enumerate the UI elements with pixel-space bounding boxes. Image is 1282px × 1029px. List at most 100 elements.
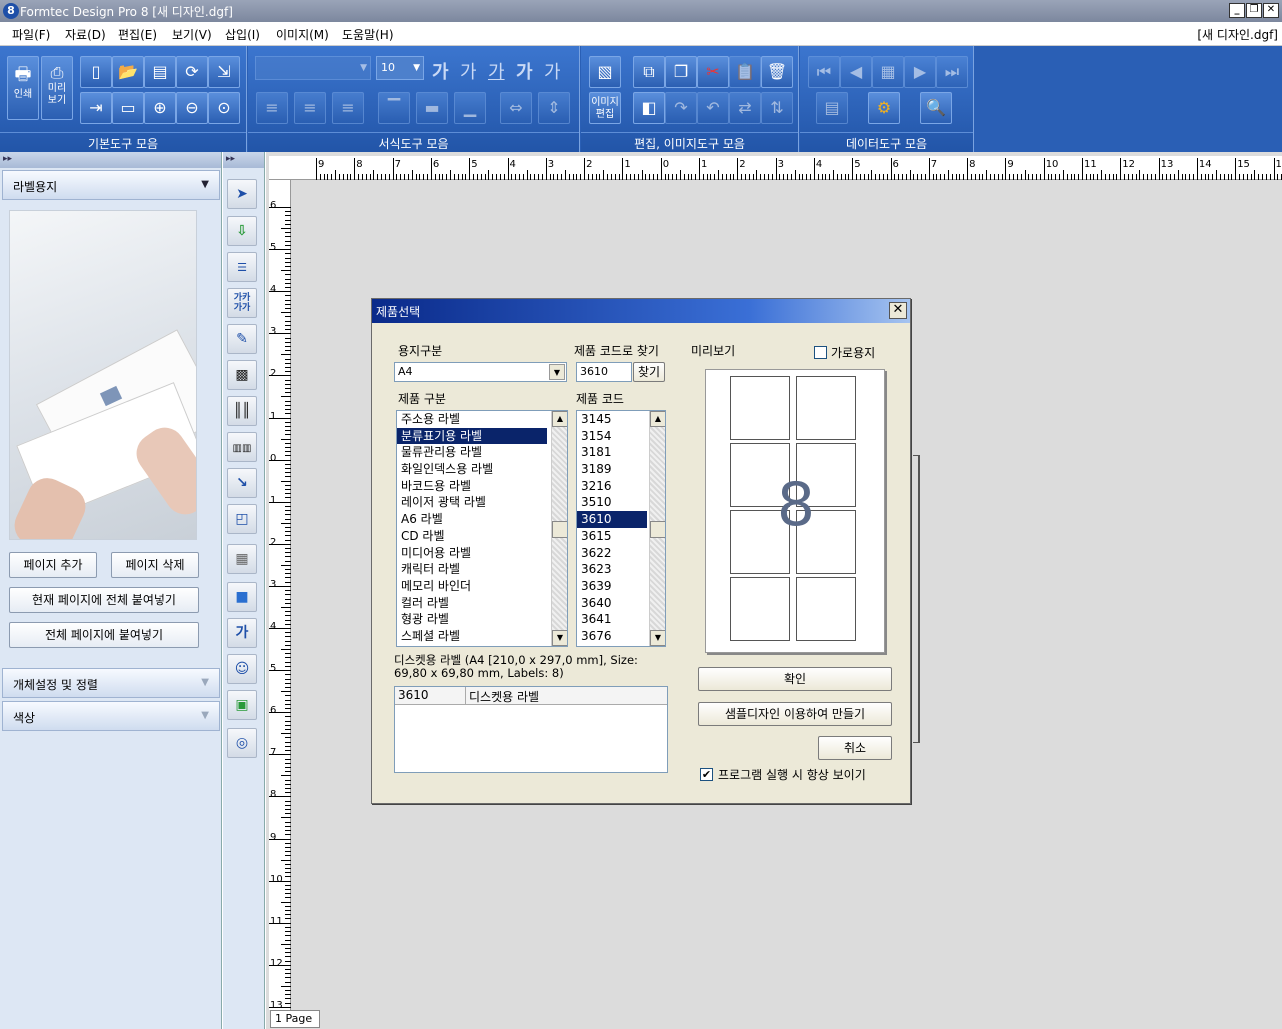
code-item[interactable]: 3676: [577, 628, 647, 645]
mp3-tool-button[interactable]: ◎: [227, 728, 257, 758]
barcode-tool-button[interactable]: ║║: [227, 396, 257, 426]
data-prev-button[interactable]: ◀: [840, 56, 872, 88]
category-item[interactable]: 형광 라벨: [397, 611, 547, 628]
category-item[interactable]: A6 라벨: [397, 511, 547, 528]
align-center-button[interactable]: ≡: [294, 92, 326, 124]
text-box-tool-button[interactable]: ☰: [227, 252, 257, 282]
always-show-checkbox[interactable]: ✔: [700, 768, 713, 781]
preview-button[interactable]: ⎙ 미리 보기: [41, 56, 73, 120]
code-item[interactable]: 3641: [577, 611, 647, 628]
menu-help[interactable]: 도움말(H): [342, 26, 394, 43]
paper-type-select[interactable]: A4 ▼: [394, 362, 567, 382]
code-item[interactable]: 3510: [577, 494, 647, 511]
gradient-tool-button[interactable]: ■: [227, 582, 257, 612]
copy-button[interactable]: ⧉: [633, 56, 665, 88]
category-item[interactable]: 주소용 라벨: [397, 411, 547, 428]
font-size-combo[interactable]: 10 ▼: [376, 56, 424, 80]
barcode-2d-tool-button[interactable]: ▥▥: [227, 432, 257, 462]
select-tool-button[interactable]: ➤: [227, 179, 257, 209]
line-spacing-button[interactable]: ⇕: [538, 92, 570, 124]
text-effect-tool-button[interactable]: ✎: [227, 324, 257, 354]
scroll-up-icon[interactable]: ▲: [552, 411, 567, 427]
close-icon[interactable]: ✕: [889, 302, 907, 319]
menu-edit[interactable]: 편집(E): [118, 26, 157, 43]
category-list[interactable]: 주소용 라벨 분류표기용 라벨 물류관리용 라벨 화일인덱스용 라벨 바코드용 라벨 레이…: [396, 410, 568, 647]
category-item[interactable]: 메모리 바인더: [397, 578, 547, 595]
flip-vertical-button[interactable]: ⇅: [761, 92, 793, 124]
code-item[interactable]: 3640: [577, 595, 647, 612]
close-icon[interactable]: ✕: [1263, 3, 1279, 18]
image-insert-button[interactable]: ▧: [589, 56, 621, 88]
code-item[interactable]: 3615: [577, 528, 647, 545]
minimize-icon[interactable]: _: [1229, 3, 1245, 18]
code-item[interactable]: 3622: [577, 545, 647, 562]
cut-button[interactable]: ✂: [697, 56, 729, 88]
code-list[interactable]: 3145 3154 3181 3189 3216 3510 3610 3615 3622 3623…: [576, 410, 666, 647]
font-tool-button[interactable]: 가: [227, 618, 257, 648]
save-button[interactable]: ▤: [144, 56, 176, 88]
paste-current-page-button[interactable]: 현재 페이지에 전체 붙여넣기: [9, 587, 199, 613]
text-tool-button[interactable]: 가카 가가: [227, 288, 257, 318]
app-icon[interactable]: 8: [3, 3, 19, 19]
bring-front-button[interactable]: ◧: [633, 92, 665, 124]
code-item[interactable]: 3623: [577, 561, 647, 578]
page-tab[interactable]: 1 Page: [270, 1010, 320, 1028]
scroll-down-icon[interactable]: ▼: [552, 630, 567, 646]
menu-view[interactable]: 보기(V): [172, 26, 212, 43]
align-left-button[interactable]: ≡: [256, 92, 288, 124]
data-search-button[interactable]: 🔍: [920, 92, 952, 124]
code-item[interactable]: 3189: [577, 461, 647, 478]
refresh-button[interactable]: ⟳: [176, 56, 208, 88]
landscape-checkbox[interactable]: [814, 346, 827, 359]
sample-design-button[interactable]: 샘플디자인 이용하여 만들기: [698, 702, 892, 726]
dialog-title-bar[interactable]: 제품선택 ✕: [372, 299, 910, 323]
menu-insert[interactable]: 삽입(I): [225, 26, 260, 43]
search-button[interactable]: 찾기: [633, 362, 665, 382]
clipart-tool-button[interactable]: ☺: [227, 654, 257, 684]
export-button[interactable]: ⇲: [208, 56, 240, 88]
code-item[interactable]: 3181: [577, 444, 647, 461]
restore-icon[interactable]: ❐: [1246, 3, 1262, 18]
redo-button[interactable]: ↷: [665, 92, 697, 124]
font-name-combo[interactable]: ▼: [255, 56, 371, 80]
import-button[interactable]: ⇥: [80, 92, 112, 124]
tool-strip-splitter[interactable]: ▸▸: [223, 152, 264, 168]
scroll-thumb[interactable]: [552, 521, 567, 538]
underline-button[interactable]: 가: [488, 58, 505, 84]
blank-page-button[interactable]: ▭: [112, 92, 144, 124]
import-tool-button[interactable]: ⇩: [227, 216, 257, 246]
shadow-button[interactable]: 가: [516, 58, 533, 84]
qr-code-tool-button[interactable]: ▩: [227, 360, 257, 390]
code-item[interactable]: 3216: [577, 478, 647, 495]
data-last-button[interactable]: ⏭: [936, 56, 968, 88]
code-scrollbar[interactable]: ▲ ▼: [649, 411, 665, 646]
product-table[interactable]: 3610 디스켓용 라벨: [394, 686, 668, 773]
open-file-button[interactable]: 📂: [112, 56, 144, 88]
italic-button[interactable]: 가: [460, 58, 477, 84]
shape-tool-button[interactable]: ◰: [227, 504, 257, 534]
scroll-down-icon[interactable]: ▼: [650, 630, 665, 646]
undo-button[interactable]: ↶: [697, 92, 729, 124]
category-item[interactable]: 캐릭터 라벨: [397, 561, 547, 578]
new-file-button[interactable]: ▯: [80, 56, 112, 88]
category-item[interactable]: 미디어용 라벨: [397, 545, 547, 562]
scroll-up-icon[interactable]: ▲: [650, 411, 665, 427]
picture-tool-button[interactable]: ▣: [227, 690, 257, 720]
menu-image[interactable]: 이미지(M): [276, 26, 329, 43]
paste-all-pages-button[interactable]: 전체 페이지에 붙여넣기: [9, 622, 199, 648]
code-item[interactable]: 3154: [577, 428, 647, 445]
bold-button[interactable]: 가: [432, 58, 449, 84]
code-item[interactable]: 3610: [577, 511, 647, 528]
category-item[interactable]: 분류표기용 라벨: [397, 427, 547, 445]
data-settings-button[interactable]: ⚙: [868, 92, 900, 124]
object-settings-header[interactable]: 개체설정 및 정렬 ▼: [2, 668, 220, 698]
data-first-button[interactable]: ⏮: [808, 56, 840, 88]
delete-page-button[interactable]: 페이지 삭제: [111, 552, 199, 578]
category-scrollbar[interactable]: ▲ ▼: [551, 411, 567, 646]
code-item[interactable]: 3639: [577, 578, 647, 595]
outline-button[interactable]: 가: [544, 58, 561, 84]
line-tool-button[interactable]: ↘: [227, 468, 257, 498]
data-record-button[interactable]: ▦: [872, 56, 904, 88]
menu-data[interactable]: 자료(D): [65, 26, 106, 43]
align-right-button[interactable]: ≡: [332, 92, 364, 124]
